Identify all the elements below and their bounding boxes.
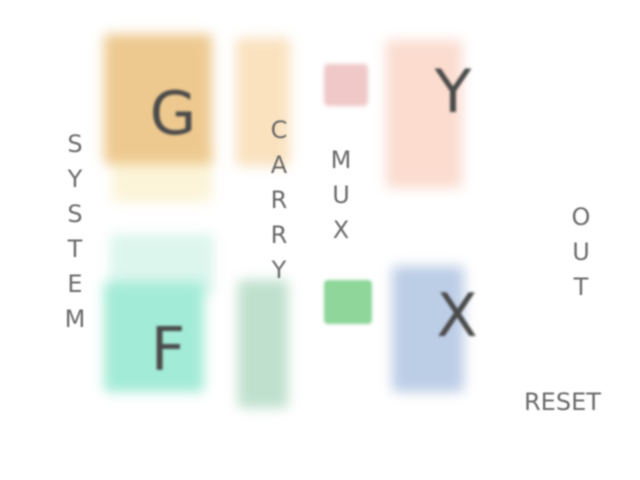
label-letter: Y	[271, 256, 287, 284]
y-label: Y	[434, 57, 472, 127]
label-letter: M	[330, 146, 352, 174]
label-letter: R	[270, 186, 288, 214]
x-label: X	[436, 281, 478, 351]
diagram-canvas: G F Y X SYSTEM CARRY MUX OUT RESET	[0, 0, 640, 480]
carry-label: CARRY	[264, 113, 294, 288]
mux-bottom-block	[324, 280, 372, 324]
mux-top-block	[324, 64, 368, 106]
label-letter: E	[67, 270, 83, 298]
out-label: OUT	[566, 200, 596, 305]
label-letter: Y	[67, 165, 83, 193]
label-letter: S	[67, 200, 83, 228]
label-letter: R	[270, 221, 288, 249]
label-letter: T	[67, 235, 83, 263]
label-letter: C	[270, 116, 288, 144]
label-letter: U	[332, 181, 350, 209]
label-letter: S	[67, 130, 83, 158]
reset-label: RESET	[524, 388, 601, 416]
f-label: F	[150, 315, 186, 385]
label-letter: T	[573, 273, 589, 301]
system-label: SYSTEM	[60, 127, 90, 337]
label-letter: A	[270, 151, 288, 179]
mux-label: MUX	[326, 143, 356, 248]
carry-bottom-block	[238, 280, 288, 408]
g-label: G	[149, 79, 197, 149]
label-letter: O	[571, 203, 591, 231]
label-letter: M	[64, 305, 86, 333]
label-letter: X	[332, 216, 350, 244]
label-letter: U	[572, 238, 590, 266]
